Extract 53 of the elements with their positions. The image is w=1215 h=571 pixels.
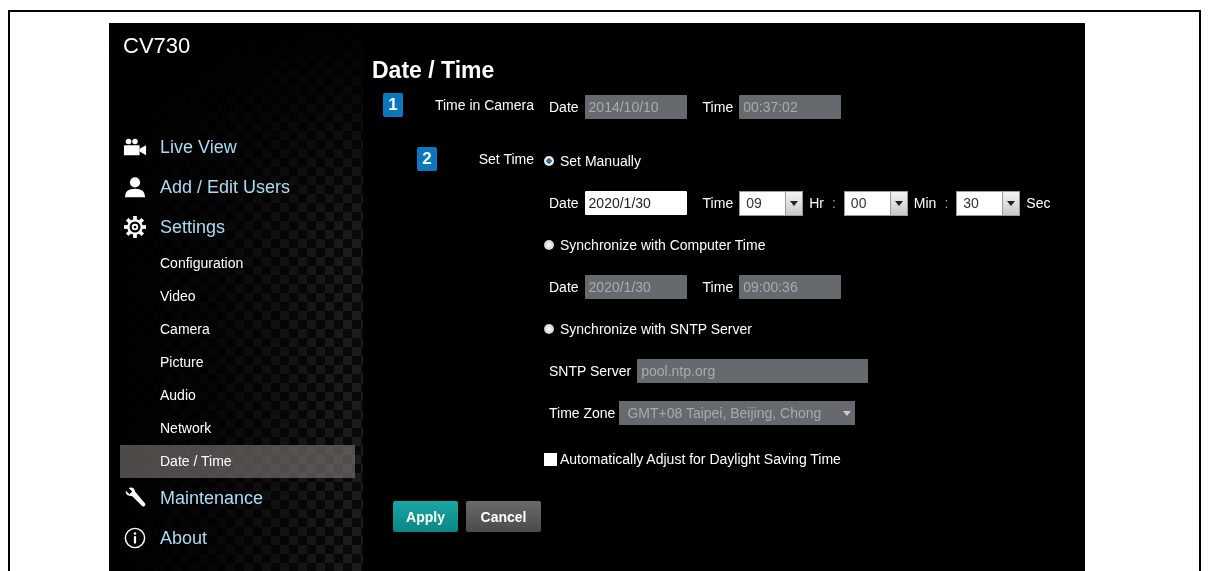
field-label: SNTP Server — [549, 363, 632, 379]
menu-item[interactable]: About — [109, 518, 363, 558]
submenu-item[interactable]: Video — [120, 280, 355, 313]
field-label: Date — [549, 99, 579, 115]
menu-item[interactable]: Live View — [109, 127, 363, 167]
user-icon — [123, 176, 147, 198]
step-number: 1 — [383, 93, 403, 117]
section-label: Set Time — [478, 151, 534, 167]
unit-label: Min — [913, 195, 937, 211]
dropdown[interactable]: 30 — [956, 190, 1021, 216]
caret-icon — [843, 410, 852, 416]
apply-button[interactable]: Apply — [393, 501, 458, 532]
submenu-item[interactable]: Configuration — [120, 247, 355, 280]
radio-button[interactable] — [544, 240, 554, 250]
menu-item[interactable]: Add / Edit Users — [109, 167, 363, 207]
caret-icon — [1007, 200, 1016, 206]
dropdown[interactable]: 00 — [843, 190, 908, 216]
submenu-item[interactable]: Audio — [120, 379, 355, 412]
device-model-title: CV730 — [122, 33, 192, 60]
cancel-button[interactable]: Cancel — [466, 501, 541, 532]
option-label: Synchronize with Computer Time — [560, 237, 766, 253]
caret-icon — [790, 200, 799, 206]
checkbox[interactable] — [544, 452, 557, 466]
video-camera-icon — [123, 136, 147, 158]
menu-item[interactable]: Maintenance — [109, 478, 363, 518]
info-icon — [123, 527, 147, 549]
date-field[interactable]: 2020/1/30 — [584, 191, 687, 215]
separator: : — [831, 195, 836, 211]
field-label: Time Zone — [549, 405, 616, 421]
radio-button[interactable] — [544, 156, 554, 166]
separator: : — [944, 195, 949, 211]
dropdown[interactable]: 09 — [739, 190, 804, 216]
submenu-item[interactable]: Date / Time — [120, 445, 355, 478]
step-number: 2 — [417, 147, 437, 171]
field-label: Time — [702, 99, 734, 115]
wrench-icon — [123, 487, 147, 509]
section-label: Time in Camera — [434, 97, 534, 113]
caret-icon — [894, 200, 903, 206]
field-label: Date — [549, 279, 579, 295]
submenu-item[interactable]: Network — [120, 412, 355, 445]
field-label: Time — [702, 195, 734, 211]
radio-button[interactable] — [544, 324, 554, 334]
option-label: Set Manually — [560, 153, 641, 169]
submenu-item[interactable]: Picture — [120, 346, 355, 379]
unit-label: Sec — [1026, 195, 1051, 211]
unit-label: Hr — [809, 195, 824, 211]
submenu-item[interactable]: Camera — [120, 313, 355, 346]
checkbox-label: Automatically Adjust for Daylight Saving Time — [560, 451, 841, 467]
field-label: Time — [702, 279, 734, 295]
page-title: Date / Time — [371, 57, 496, 85]
menu-item[interactable]: Settings — [109, 207, 363, 247]
option-label: Synchronize with SNTP Server — [560, 321, 752, 337]
field-label: Date — [549, 195, 579, 211]
